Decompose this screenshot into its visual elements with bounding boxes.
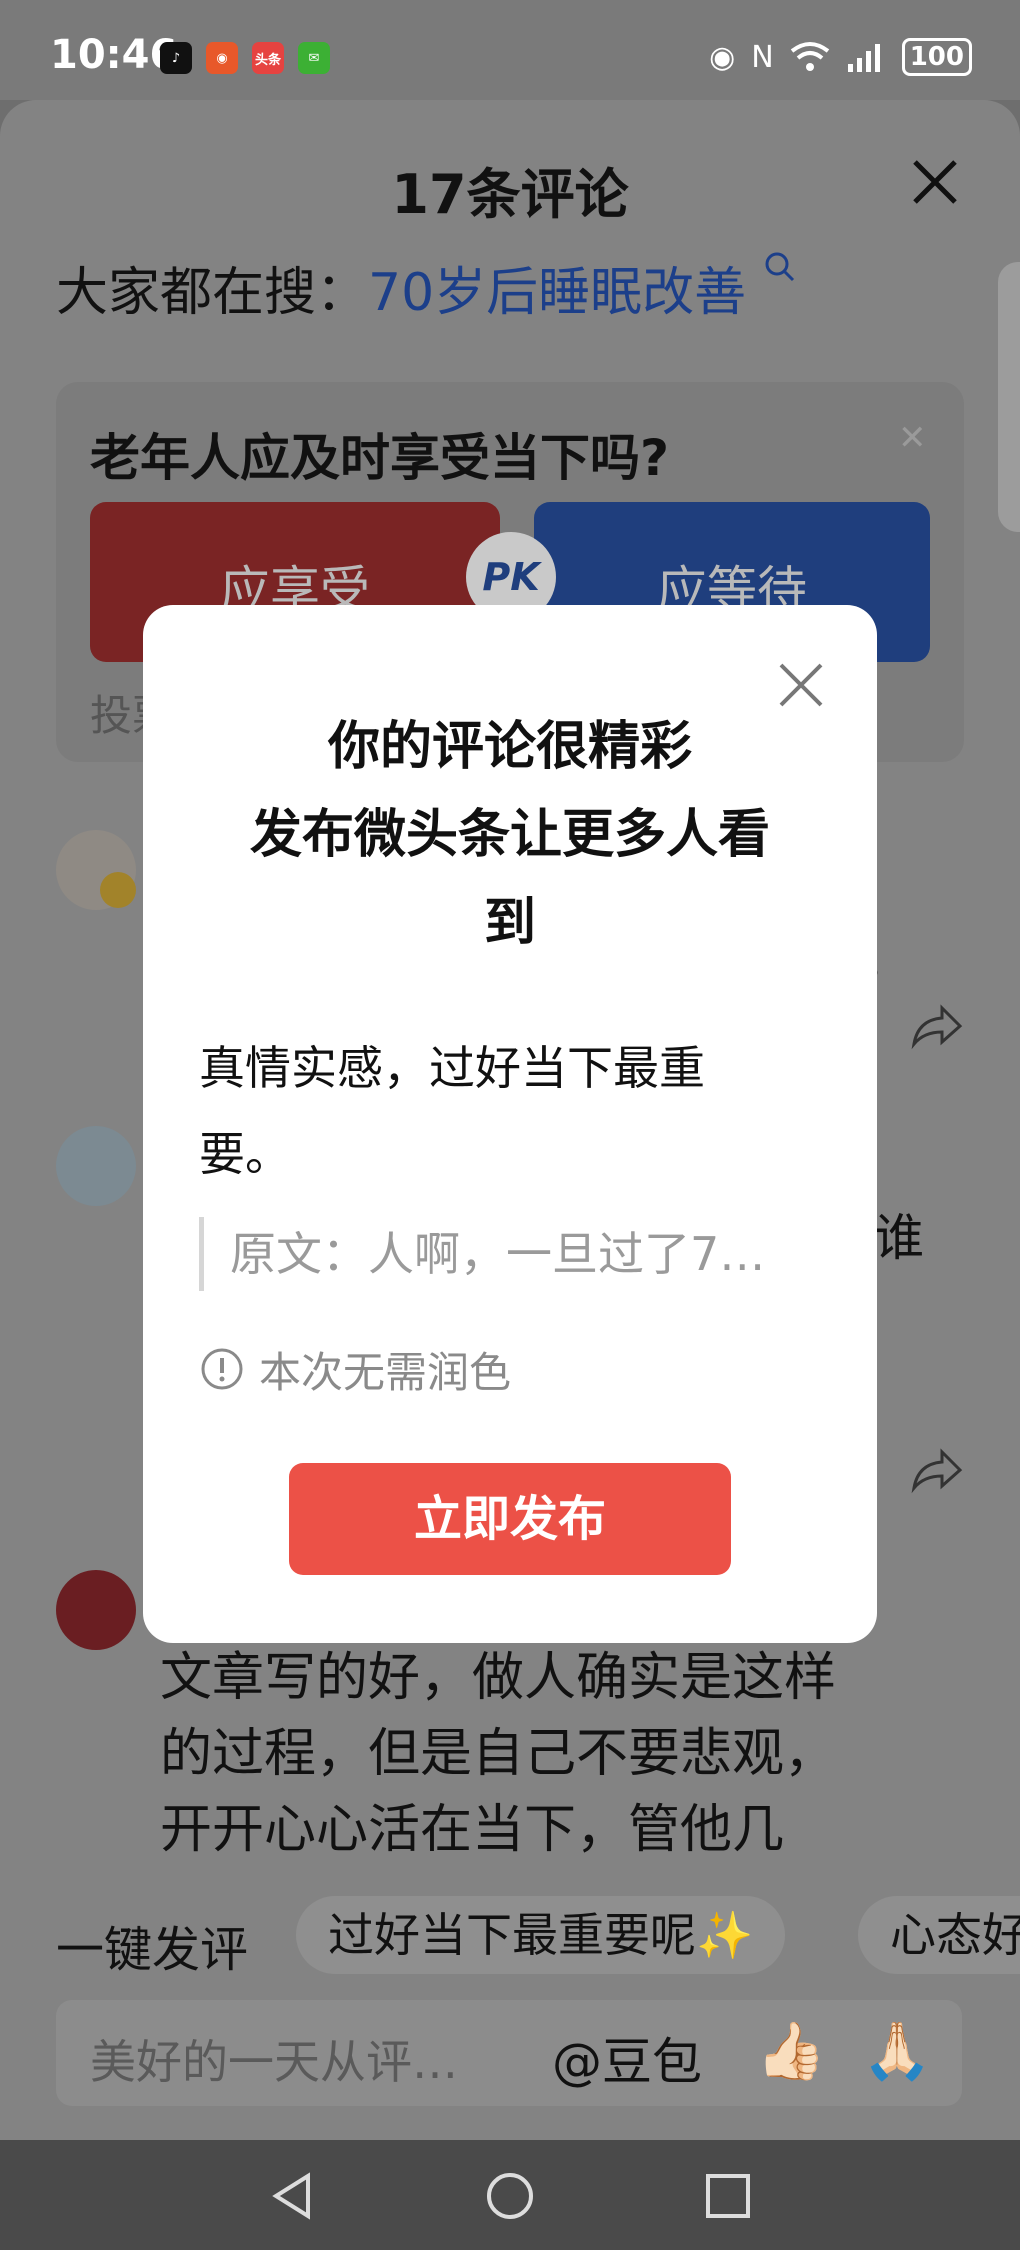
polish-hint-text: 本次无需润色 [259, 1347, 512, 1397]
app-icon: ◉ [206, 42, 238, 74]
comment-input-placeholder: 美好的一天从评… [90, 2035, 458, 2089]
back-icon[interactable] [266, 2168, 322, 2224]
polish-hint: 本次无需润色 [199, 1341, 511, 1397]
share-icon[interactable] [906, 1440, 966, 1500]
home-icon[interactable] [482, 2168, 538, 2224]
status-indicators: ◉ N 100 [709, 38, 972, 76]
trending-search[interactable]: 大家都在搜：70岁后睡眠改善 [56, 250, 797, 325]
pk-question: 老年人应及时享受当下吗? [90, 429, 670, 487]
status-time: 10:46 [50, 32, 178, 78]
quick-comment-chip[interactable]: 心态好 [858, 1896, 1020, 1974]
eye-icon: ◉ [709, 39, 736, 75]
pk-close-icon[interactable]: ✕ [898, 418, 927, 458]
original-quote: 原文：人啊，一旦过了7… [199, 1217, 823, 1291]
trending-search-keyword[interactable]: 70岁后睡眠改善 [368, 263, 746, 323]
dialog-title-line: 到 [483, 893, 536, 953]
quick-comment-bar: 一键发评 过好当下最重要呢✨ 心态好 [0, 1896, 1020, 1984]
status-app-icons: ♪ ◉ 头条 ✉ [160, 42, 330, 74]
comment-input[interactable]: 美好的一天从评… @豆包 👍🏻 🙏🏻 [56, 2000, 962, 2106]
recents-icon[interactable] [700, 2168, 756, 2224]
quick-comment-label: 一键发评 [56, 1922, 249, 1978]
side-tab[interactable] [998, 262, 1020, 532]
comment-text: 文章写的好，做人确实是这样 的过程，但是自己不要悲观， 开开心心活在当下，管他几 [160, 1640, 960, 1868]
close-icon[interactable] [905, 152, 965, 212]
battery-indicator: 100 [901, 38, 972, 76]
comment-fragment: 谁 [874, 1209, 924, 1267]
dialog-comment-line: 真情实感，过好当下最重 [199, 1041, 705, 1095]
status-bar: 10:46 ♪ ◉ 头条 ✉ ◉ N 100 [0, 0, 1020, 100]
dialog-title-line: 你的评论很精彩 [327, 717, 692, 777]
avatar[interactable] [56, 1570, 136, 1650]
dialog-comment-text: 真情实感，过好当下最重 要。 [199, 1025, 799, 1197]
comment-line: 的过程，但是自己不要悲观， [160, 1724, 837, 1784]
nfc-icon: N [751, 39, 774, 75]
comment-line: 开开心心活在当下，管他几 [160, 1800, 785, 1860]
dialog-comment-line: 要。 [199, 1127, 291, 1181]
avatar[interactable] [56, 1126, 136, 1206]
trending-search-prefix: 大家都在搜： [56, 263, 369, 323]
signal-icon [847, 44, 880, 72]
pray-emoji-button[interactable]: 🙏🏻 [862, 2018, 932, 2084]
share-icon[interactable] [906, 996, 966, 1056]
dialog-title: 你的评论很精彩 发布微头条让更多人看 到 [183, 703, 837, 967]
thumbs-up-emoji-button[interactable]: 👍🏻 [756, 2018, 826, 2084]
tiktok-icon: ♪ [160, 42, 192, 74]
system-nav-bar [0, 2140, 1020, 2250]
user-badge-icon [100, 872, 136, 908]
comment-line: 文章写的好，做人确实是这样 [160, 1648, 837, 1708]
sheet-title: 17条评论 [391, 163, 629, 226]
quick-comment-chip[interactable]: 过好当下最重要呢✨ [296, 1896, 786, 1974]
wechat-icon: ✉ [298, 42, 330, 74]
info-icon [201, 1348, 243, 1390]
wifi-icon [790, 42, 829, 71]
dialog-title-line: 发布微头条让更多人看 [249, 805, 770, 865]
publish-button[interactable]: 立即发布 [289, 1463, 731, 1575]
search-icon [765, 252, 794, 282]
doubao-mention-button[interactable]: @豆包 [552, 2022, 702, 2094]
toutiao-icon: 头条 [252, 42, 284, 74]
publish-dialog: 你的评论很精彩 发布微头条让更多人看 到 真情实感，过好当下最重 要。 原文：人… [143, 605, 877, 1643]
